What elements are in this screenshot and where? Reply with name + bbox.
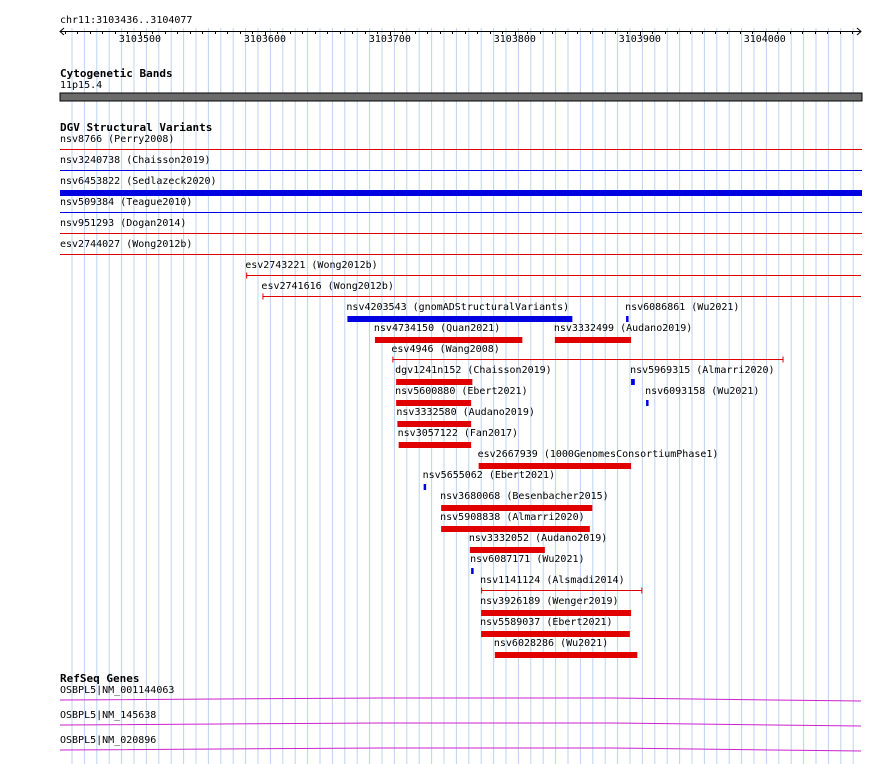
ruler-tick-label: 3103600 [243, 34, 286, 45]
sv-label[interactable]: dgv1241n152 (Chaisson2019) [395, 365, 552, 377]
sv-label[interactable]: nsv6093158 (Wu2021) [645, 386, 759, 398]
sv-label[interactable]: nsv8766 (Perry2008) [60, 134, 174, 146]
refseq-track [59, 697, 862, 752]
sv-label[interactable]: esv4946 (Wang2008) [391, 344, 499, 356]
sv-label[interactable]: nsv3332580 (Audano2019) [396, 407, 534, 419]
sv-label[interactable]: nsv509384 (Teague2010) [60, 197, 192, 209]
sv-label[interactable]: nsv3332499 (Audano2019) [554, 323, 692, 335]
sv-label[interactable]: nsv3926189 (Wenger2019) [480, 596, 618, 608]
sv-label[interactable]: nsv3240738 (Chaisson2019) [60, 155, 211, 167]
gene-label[interactable]: OSBPL5|NM_020896 [60, 735, 156, 747]
sv-label[interactable]: nsv6086861 (Wu2021) [625, 302, 739, 314]
sv-feature[interactable] [423, 484, 427, 490]
sv-feature[interactable] [347, 316, 573, 322]
sv-feature[interactable] [478, 463, 632, 469]
sv-feature[interactable] [471, 568, 474, 574]
ruler-tick-label: 3103700 [368, 34, 411, 45]
sv-label[interactable]: nsv5655062 (Ebert2021) [423, 470, 555, 482]
sv-label[interactable]: nsv4203543 (gnomADStructuralVariants) [346, 302, 569, 314]
gene-label[interactable]: OSBPL5|NM_145638 [60, 710, 156, 722]
cytoband-track-title: Cytogenetic Bands [60, 67, 173, 80]
sv-feature[interactable] [441, 526, 590, 532]
ruler-tick-label: 3103900 [618, 34, 661, 45]
sv-label[interactable]: nsv6453822 (Sedlazeck2020) [60, 176, 217, 188]
sv-label[interactable]: esv2741616 (Wong2012b) [261, 281, 393, 293]
sv-label[interactable]: nsv5908838 (Almarri2020) [440, 512, 585, 524]
gene-model-line[interactable] [59, 722, 862, 727]
gene-model-line[interactable] [59, 747, 862, 752]
dgv-track-title: DGV Structural Variants [60, 121, 213, 134]
sv-label[interactable]: nsv951293 (Dogan2014) [60, 218, 186, 230]
ruler-tick-label: 3103500 [118, 34, 162, 45]
sv-label[interactable]: nsv3680068 (Besenbacher2015) [440, 491, 609, 503]
sv-label[interactable]: esv2743221 (Wong2012b) [245, 260, 377, 272]
sv-feature[interactable] [631, 379, 635, 385]
sv-feature[interactable] [481, 631, 630, 637]
sv-label[interactable]: nsv6028286 (Wu2021) [494, 638, 608, 650]
gene-model-line[interactable] [59, 697, 862, 702]
sv-feature[interactable] [398, 442, 472, 448]
sv-label[interactable]: nsv4734150 (Quan2021) [374, 323, 500, 335]
ruler-tick-label: 3103800 [493, 34, 536, 45]
sv-label[interactable]: nsv5589037 (Ebert2021) [480, 617, 612, 629]
ruler-tick-label: 3104000 [743, 34, 786, 45]
sv-label[interactable]: nsv5969315 (Almarri2020) [630, 365, 775, 377]
sv-label[interactable]: nsv3332052 (Audano2019) [469, 533, 607, 545]
sv-feature[interactable] [469, 547, 545, 553]
sv-feature[interactable] [396, 400, 472, 406]
sv-feature[interactable] [396, 379, 473, 385]
sv-label[interactable]: nsv5600880 (Ebert2021) [395, 386, 527, 398]
sv-feature[interactable] [60, 190, 862, 196]
sv-feature[interactable] [374, 337, 523, 343]
gene-label[interactable]: OSBPL5|NM_001144063 [60, 685, 174, 697]
sv-label[interactable]: nsv6087171 (Wu2021) [470, 554, 584, 566]
sv-feature[interactable] [481, 610, 632, 616]
sv-label[interactable]: nsv1141124 (Alsmadi2014) [480, 575, 625, 587]
sv-feature[interactable] [397, 421, 472, 427]
cytoband-bar[interactable] [59, 92, 863, 102]
sv-label[interactable]: esv2667939 (1000GenomesConsortiumPhase1) [478, 449, 719, 461]
refseq-track-title: RefSeq Genes [60, 672, 140, 685]
sv-feature[interactable] [494, 652, 638, 658]
sv-feature[interactable] [441, 505, 593, 511]
sv-feature[interactable] [646, 400, 649, 406]
cytoband-label: 11p15.4 [60, 80, 103, 91]
ruler [59, 27, 862, 36]
sv-label[interactable]: nsv3057122 (Fan2017) [398, 428, 518, 440]
sv-feature[interactable] [554, 337, 632, 343]
cytoband-track [59, 92, 863, 102]
sv-label[interactable]: esv2744027 (Wong2012b) [60, 239, 192, 251]
genome-browser-canvas [59, 27, 863, 764]
sv-feature[interactable] [626, 316, 629, 322]
region-label: chr11:3103436..3104077 [60, 15, 193, 26]
